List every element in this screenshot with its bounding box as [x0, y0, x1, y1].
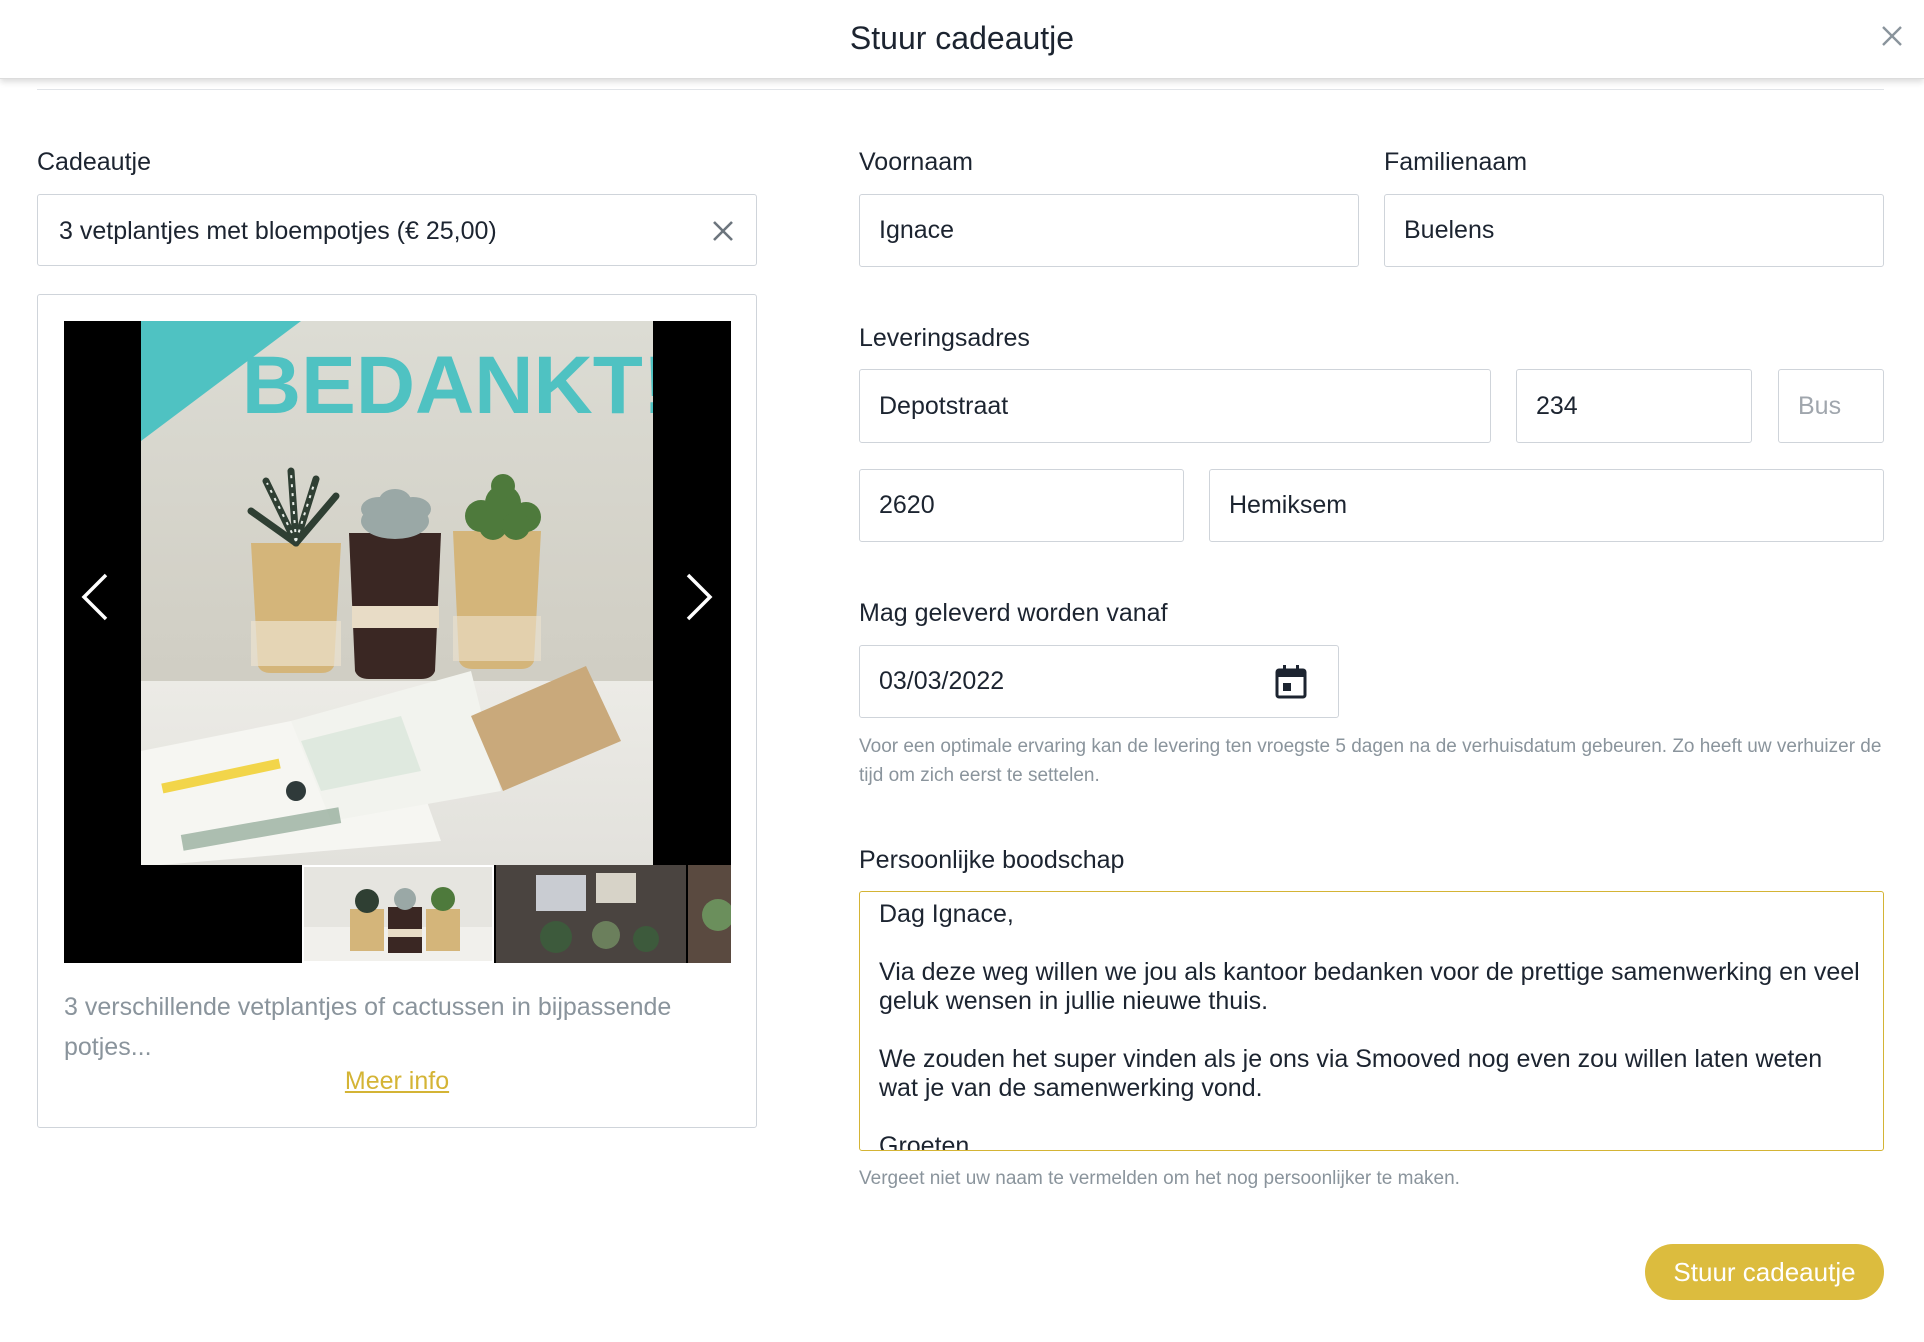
gift-image-caption: BEDANKT! [242, 340, 653, 431]
chevron-right-icon[interactable] [678, 569, 718, 625]
clear-icon[interactable] [710, 218, 736, 244]
more-info-link[interactable]: Meer info [38, 1067, 756, 1096]
gift-selected-value: 3 vetplantjes met bloempotjes (€ 25,00) [59, 217, 497, 245]
firstname-input[interactable] [859, 194, 1359, 267]
gift-description: 3 verschillende vetplantjes of cactussen… [64, 993, 672, 1061]
image-gallery: BEDANKT! [64, 321, 731, 963]
chevron-left-icon[interactable] [76, 569, 116, 625]
bus-input[interactable] [1778, 369, 1884, 443]
close-icon[interactable] [1878, 22, 1906, 50]
date-hint: Voor een optimale ervaring kan de leveri… [859, 736, 1882, 786]
message-textarea[interactable]: Dag Ignace, Via deze weg willen we jou a… [859, 891, 1884, 1151]
gift-label: Cadeautje [37, 148, 151, 176]
lastname-input[interactable] [1384, 194, 1884, 267]
message-hint: Vergeet niet uw naam te vermelden om het… [859, 1168, 1460, 1189]
house-number-input[interactable] [1516, 369, 1752, 443]
submit-button[interactable]: Stuur cadeautje [1645, 1244, 1884, 1300]
calendar-icon[interactable] [1274, 664, 1308, 700]
message-label: Persoonlijke boodschap [859, 846, 1125, 874]
modal-header: Stuur cadeautje [0, 0, 1924, 79]
date-input[interactable] [860, 646, 1288, 717]
gift-image: BEDANKT! [141, 321, 653, 865]
city-input[interactable] [1209, 469, 1884, 542]
header-divider [37, 89, 1884, 90]
date-field[interactable] [859, 645, 1339, 718]
date-label: Mag geleverd worden vanaf [859, 599, 1168, 627]
address-label: Leveringsadres [859, 324, 1030, 352]
lastname-label: Familienaam [1384, 148, 1528, 176]
zip-input[interactable] [859, 469, 1184, 542]
modal-title: Stuur cadeautje [849, 20, 1075, 56]
firstname-label: Voornaam [859, 148, 973, 176]
thumbnail-2[interactable] [496, 865, 686, 963]
gift-select[interactable]: 3 vetplantjes met bloempotjes (€ 25,00) [37, 194, 757, 266]
gift-card: BEDANKT! 3 verschillende vetplantjes of … [37, 294, 757, 1128]
street-input[interactable] [859, 369, 1491, 443]
thumbnail-1[interactable] [302, 865, 494, 963]
thumbnail-3[interactable] [688, 865, 731, 963]
